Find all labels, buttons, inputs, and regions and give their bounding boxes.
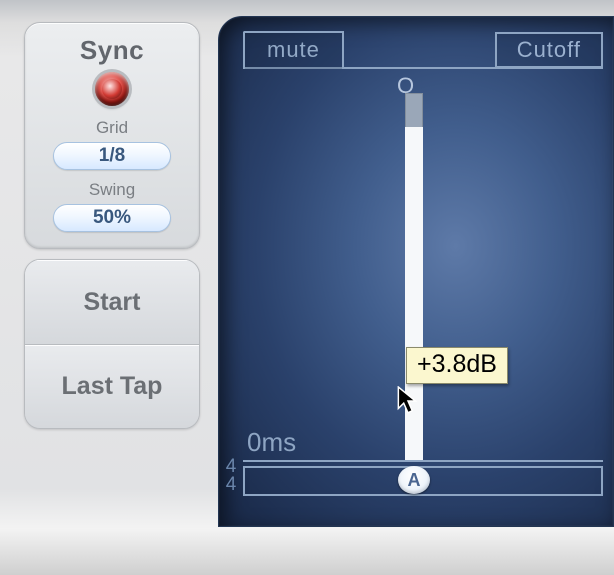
tap-marker-a[interactable]: A (398, 466, 430, 494)
tap-level-bar (405, 127, 423, 462)
tap-grid[interactable]: O 0ms A 4 4 (243, 71, 603, 500)
timeline-baseline (243, 460, 603, 462)
sync-panel: Sync Grid 1/8 Swing 50% (24, 22, 200, 249)
sync-indicator-lamp[interactable] (95, 72, 129, 106)
time-signature[interactable]: 4 4 (221, 458, 241, 494)
sync-title: Sync (39, 35, 185, 66)
grid-label: Grid (39, 118, 185, 138)
swing-label: Swing (39, 180, 185, 200)
time-readout: 0ms (247, 427, 296, 458)
mute-tab[interactable]: mute (243, 31, 344, 69)
tap-level-track[interactable] (405, 93, 423, 462)
transport-panel: Start Last Tap (24, 259, 200, 429)
start-button[interactable]: Start (25, 260, 199, 344)
timesig-denominator: 4 (221, 476, 241, 494)
cutoff-button[interactable]: Cutoff (495, 32, 603, 68)
tab-spacer (348, 31, 491, 69)
last-tap-button[interactable]: Last Tap (25, 344, 199, 428)
grid-value-selector[interactable]: 1/8 (53, 142, 171, 170)
swing-value-selector[interactable]: 50% (53, 204, 171, 232)
tap-display: mute Cutoff O 0ms A 4 4 (218, 16, 614, 527)
